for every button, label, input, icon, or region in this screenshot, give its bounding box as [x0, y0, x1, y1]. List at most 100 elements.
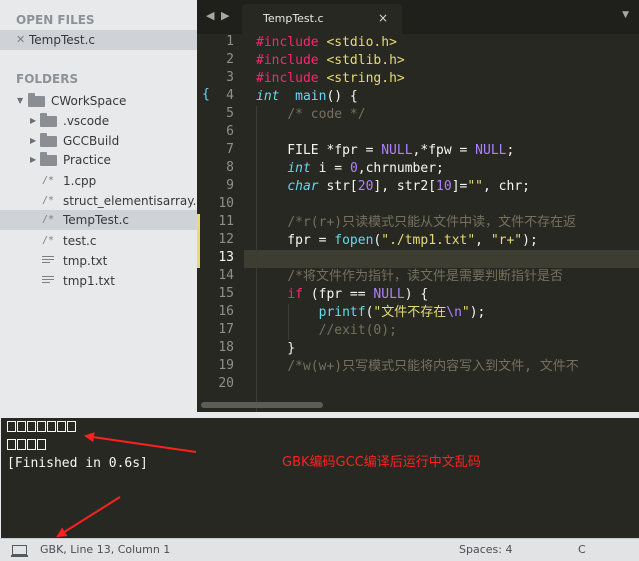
sidebar: OPEN FILES ✕ TempTest.c FOLDERS ▼ CWorkS… [0, 0, 197, 412]
file-item-struct[interactable]: /* struct_elementisarray.c [0, 191, 197, 211]
folder-label: .vscode [63, 114, 110, 128]
line-number: 15 [218, 286, 234, 301]
folder-item-vscode[interactable]: ▶ .vscode [0, 111, 197, 131]
code-editor[interactable]: { 1 2 3 4 5 6 7 8 9 10 11 12 13 14 15 16 17 18 19 20 #inclu… [197, 34, 639, 412]
line-number: 12 [218, 232, 234, 247]
finished-line: [Finished in 0.6s] [7, 456, 148, 471]
folder-icon [40, 152, 57, 166]
status-bar: GBK, Line 13, Column 1 Spaces: 4 C [0, 538, 639, 561]
build-output-panel: [Finished in 0.6s] [0, 418, 639, 538]
encoding-position-status[interactable]: GBK, Line 13, Column 1 [40, 543, 170, 556]
chevron-right-icon[interactable]: ▶ [30, 131, 36, 151]
code-line: printf("文件不存在\n"); [318, 305, 486, 320]
line-number: 8 [226, 160, 234, 175]
code-line: #include <string.h> [256, 71, 405, 86]
folder-open-icon [28, 93, 45, 107]
file-item-1-cpp[interactable]: /* 1.cpp [0, 171, 197, 191]
code-line: FILE *fpr = NULL,*fpw = NULL; [256, 143, 515, 158]
garbled-char [17, 439, 26, 450]
tab-bar: ◀ ▶ TempTest.c × ▼ [197, 0, 639, 34]
code-line: int main() { [256, 89, 358, 104]
line-number: 4 [226, 88, 234, 103]
code-line: #include <stdio.h> [256, 35, 397, 50]
line-number: 17 [218, 322, 234, 337]
folder-icon [40, 133, 57, 147]
garbled-char [7, 439, 16, 450]
garbled-char [17, 421, 26, 432]
code-line: if (fpr == NULL) { [287, 287, 429, 302]
open-files-header: OPEN FILES [16, 13, 95, 27]
garbled-char [37, 421, 46, 432]
file-item-tmp1-txt[interactable]: tmp1.txt [0, 271, 197, 291]
line-number: 7 [226, 142, 234, 157]
folder-label: CWorkSpace [51, 94, 127, 108]
annotation-text: GBK编码GCC编译后运行中文乱码 [282, 455, 481, 470]
folder-item-cworkspace[interactable]: ▼ CWorkSpace [0, 91, 197, 111]
file-item-test-c[interactable]: /* test.c [0, 231, 197, 251]
garbled-char [67, 421, 76, 432]
line-number: 1 [226, 34, 234, 49]
monitor-icon[interactable] [11, 545, 28, 557]
code-line: } [256, 341, 296, 356]
code-line: //exit(0); [318, 323, 397, 338]
chevron-right-icon[interactable]: ▶ [30, 111, 36, 131]
folders-header: FOLDERS [16, 72, 79, 86]
code-line: /*r(r+)只读模式只能从文件中读，文件不存在返 [287, 215, 577, 230]
forward-icon[interactable]: ▶ [221, 9, 229, 22]
tab-close-icon[interactable]: × [378, 11, 388, 25]
line-number-gutter: { 1 2 3 4 5 6 7 8 9 10 11 12 13 14 15 16 17 18 19 20 [197, 34, 244, 412]
folder-label: GCCBuild [63, 134, 120, 148]
line-number: 10 [218, 196, 234, 211]
back-icon[interactable]: ◀ [206, 9, 214, 22]
tab-title: TempTest.c [263, 12, 324, 25]
text-file-icon [42, 276, 54, 286]
line-number: 16 [218, 304, 234, 319]
code-line: char str[20], str2[10]="", chr; [287, 179, 530, 194]
chevron-down-icon[interactable]: ▼ [622, 10, 629, 20]
line-number: 5 [226, 106, 234, 121]
line-number: 19 [218, 358, 234, 373]
open-file-label: TempTest.c [29, 33, 96, 47]
code-line: #include <stdlib.h> [256, 53, 405, 68]
syntax-status[interactable]: C [578, 543, 586, 556]
code-line: /*将文件作为指针，读文件是需要判断指针是否 [287, 269, 563, 284]
line-number: 20 [218, 376, 234, 391]
line-number: 9 [226, 178, 234, 193]
file-label: tmp1.txt [63, 274, 115, 288]
garbled-char [47, 421, 56, 432]
code-line: int i = 0,chrnumber; [287, 161, 444, 176]
modified-lines-marker [197, 214, 200, 268]
file-label: struct_elementisarray.c [63, 194, 197, 208]
indentation-status[interactable]: Spaces: 4 [459, 543, 512, 556]
tab-temptest[interactable]: TempTest.c × [242, 4, 402, 34]
garbled-char [57, 421, 66, 432]
line-number: 14 [218, 268, 234, 283]
chevron-down-icon[interactable]: ▼ [17, 91, 23, 111]
horizontal-scrollbar[interactable] [201, 402, 323, 408]
open-file-item[interactable]: ✕ TempTest.c [0, 30, 197, 50]
garbled-char [27, 439, 36, 450]
line-number: 2 [226, 52, 234, 67]
line-number: 11 [218, 214, 234, 229]
file-label: tmp.txt [63, 254, 108, 268]
line-number: 18 [218, 340, 234, 355]
garbled-char [7, 421, 16, 432]
folder-item-practice[interactable]: ▶ Practice [0, 150, 197, 170]
c-file-icon: /* [42, 214, 55, 225]
text-file-icon [42, 256, 54, 266]
file-item-temptest[interactable]: /* TempTest.c [0, 210, 197, 230]
file-item-tmp-txt[interactable]: tmp.txt [0, 251, 197, 271]
close-icon[interactable]: ✕ [16, 30, 25, 50]
line-number: 6 [226, 124, 234, 139]
line-number: 3 [226, 70, 234, 85]
chevron-right-icon[interactable]: ▶ [30, 150, 36, 170]
code-line: /*w(w+)只写模式只能将内容写入到文件, 文件不 [287, 359, 579, 374]
garbled-char [37, 439, 46, 450]
current-line-highlight [244, 250, 639, 268]
c-file-icon: /* [42, 235, 55, 246]
code-line: /* code */ [287, 107, 366, 122]
folder-item-gccbuild[interactable]: ▶ GCCBuild [0, 131, 197, 151]
file-label: test.c [63, 234, 97, 248]
folder-label: Practice [63, 153, 111, 167]
folder-icon [40, 113, 57, 127]
